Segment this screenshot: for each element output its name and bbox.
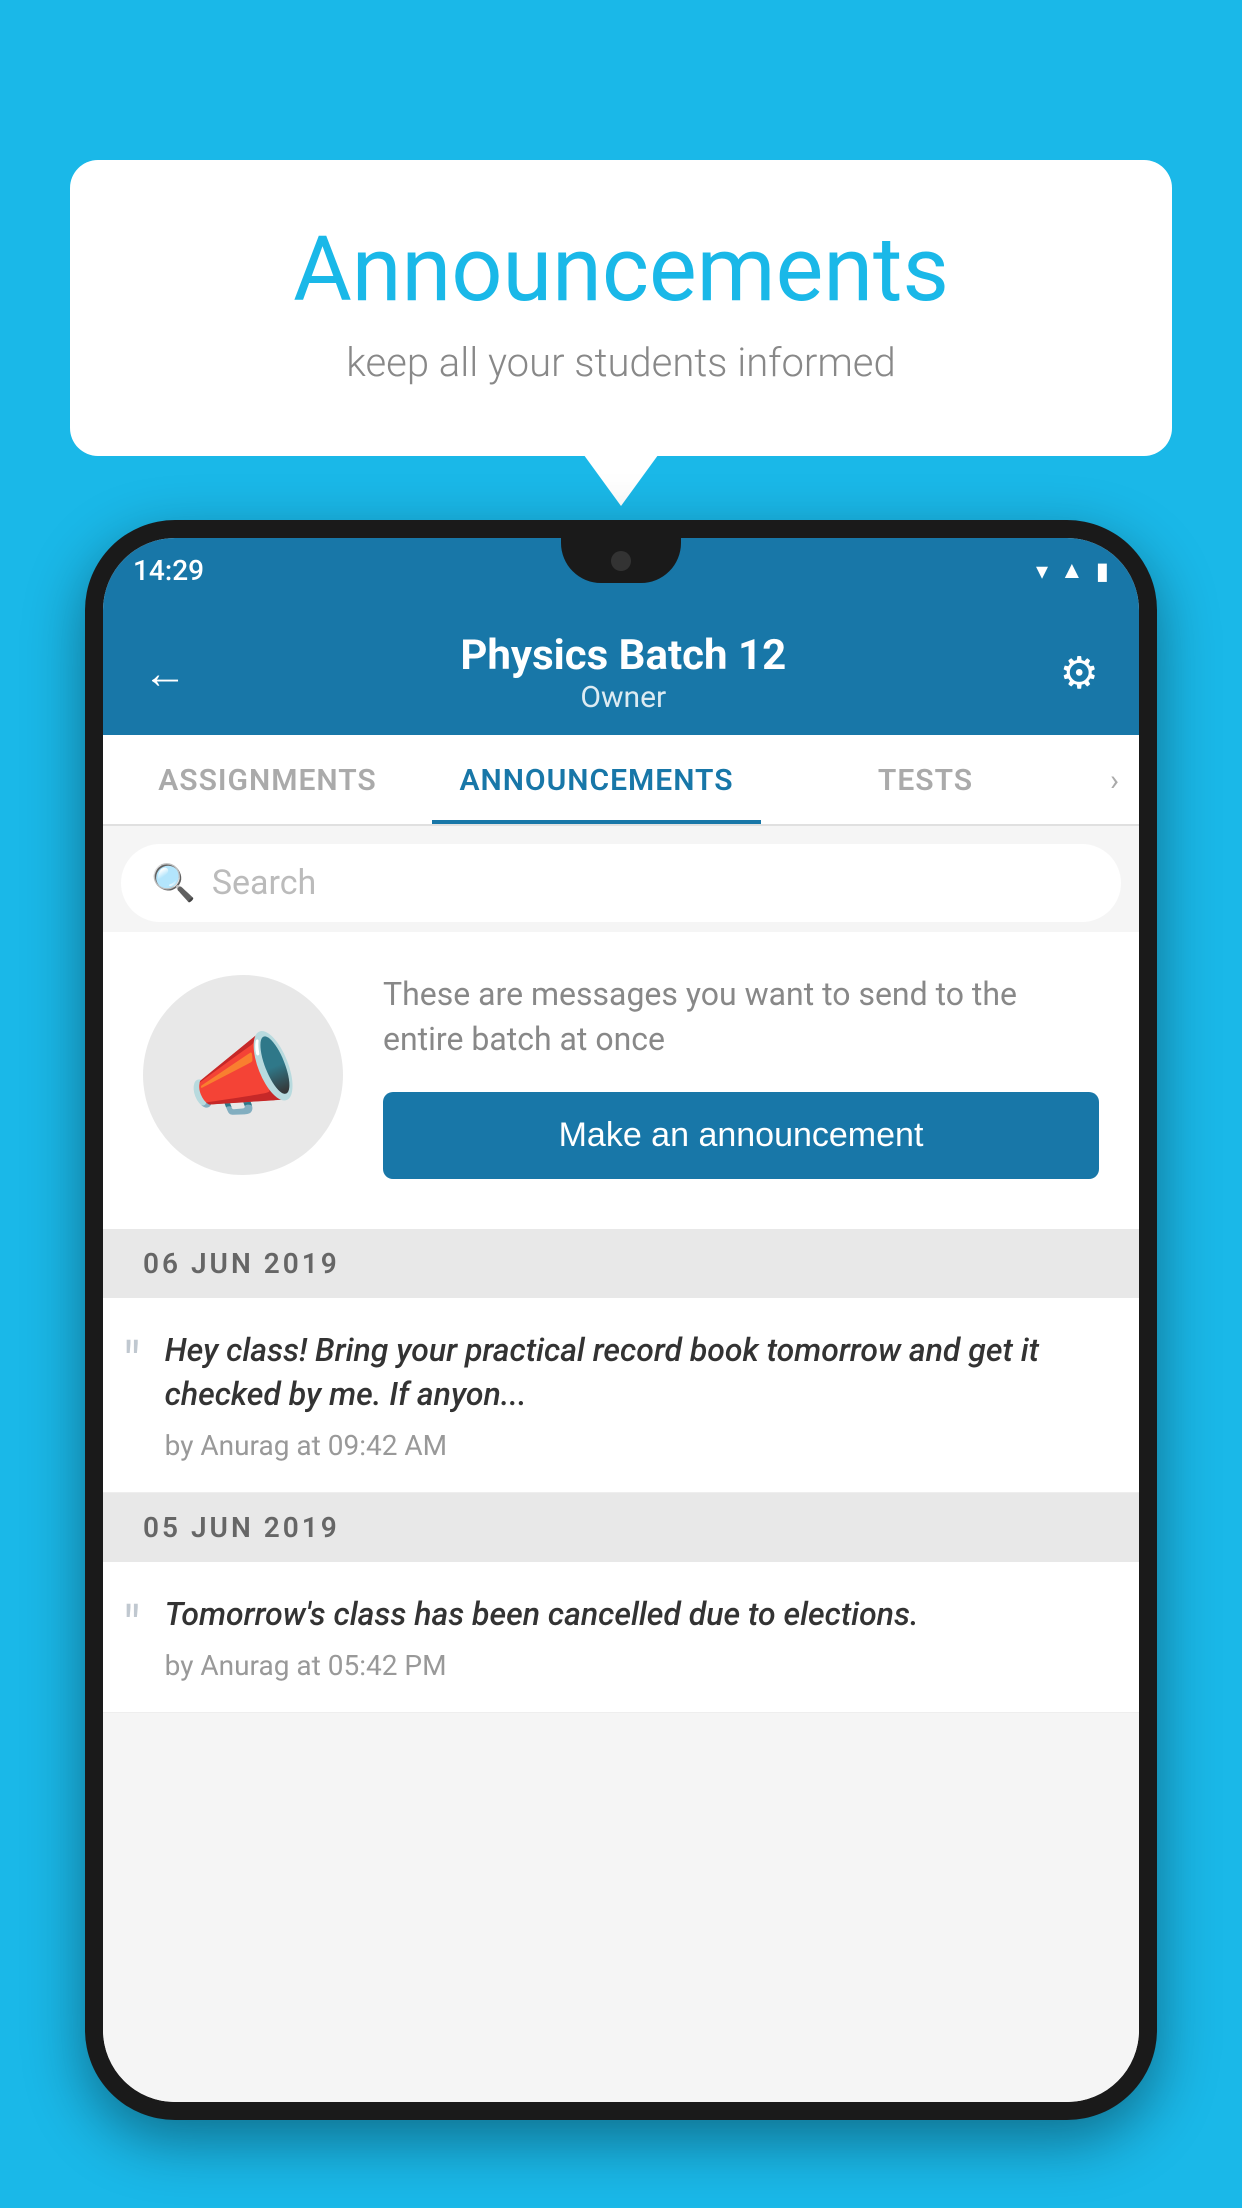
header-subtitle: Owner bbox=[460, 680, 786, 715]
status-time: 14:29 bbox=[133, 554, 204, 587]
search-icon: 🔍 bbox=[151, 862, 196, 904]
camera-dot bbox=[611, 551, 631, 571]
tab-tests[interactable]: TESTS bbox=[761, 735, 1090, 824]
search-placeholder: Search bbox=[212, 863, 316, 903]
wifi-icon: ▾ bbox=[1036, 557, 1048, 585]
announcement-text-1: Hey class! Bring your practical record b… bbox=[165, 1328, 1109, 1418]
status-bar: 14:29 ▾ ▲ ▮ bbox=[103, 538, 1139, 603]
speech-bubble: Announcements keep all your students inf… bbox=[70, 160, 1172, 456]
announcement-meta-2: by Anurag at 05:42 PM bbox=[165, 1649, 1109, 1682]
bubble-title: Announcements bbox=[150, 220, 1092, 319]
phone-inner: 14:29 ▾ ▲ ▮ ← Physics Batch 12 Owner ⚙ bbox=[103, 538, 1139, 2102]
phone-outer: 14:29 ▾ ▲ ▮ ← Physics Batch 12 Owner ⚙ bbox=[85, 520, 1157, 2120]
gear-icon[interactable]: ⚙ bbox=[1060, 647, 1099, 699]
tabs-container: ASSIGNMENTS ANNOUNCEMENTS TESTS › bbox=[103, 735, 1139, 826]
tab-assignments[interactable]: ASSIGNMENTS bbox=[103, 735, 432, 824]
app-header: ← Physics Batch 12 Owner ⚙ bbox=[103, 603, 1139, 735]
announcement-item-1[interactable]: " Hey class! Bring your practical record… bbox=[103, 1298, 1139, 1494]
back-button[interactable]: ← bbox=[143, 647, 187, 699]
megaphone-icon: 📣 bbox=[187, 1023, 299, 1128]
battery-icon: ▮ bbox=[1096, 557, 1109, 585]
date-separator-1: 06 JUN 2019 bbox=[103, 1229, 1139, 1298]
bubble-subtitle: keep all your students informed bbox=[150, 339, 1092, 386]
announcement-prompt: 📣 These are messages you want to send to… bbox=[103, 932, 1139, 1229]
phone-notch bbox=[561, 538, 681, 583]
announcement-text-2: Tomorrow's class has been cancelled due … bbox=[165, 1592, 1109, 1637]
tab-announcements[interactable]: ANNOUNCEMENTS bbox=[432, 735, 761, 824]
phone-mockup: 14:29 ▾ ▲ ▮ ← Physics Batch 12 Owner ⚙ bbox=[85, 520, 1157, 2208]
header-title: Physics Batch 12 bbox=[460, 631, 786, 680]
content-area: 🔍 Search 📣 These are messages you want t… bbox=[103, 826, 1139, 2102]
announcement-content-1: Hey class! Bring your practical record b… bbox=[165, 1328, 1109, 1463]
announcement-item-2[interactable]: " Tomorrow's class has been cancelled du… bbox=[103, 1562, 1139, 1713]
megaphone-icon-circle: 📣 bbox=[143, 975, 343, 1175]
quote-icon-2: " bbox=[123, 1600, 141, 1655]
make-announcement-button[interactable]: Make an announcement bbox=[383, 1092, 1099, 1179]
announcement-content-2: Tomorrow's class has been cancelled due … bbox=[165, 1592, 1109, 1682]
status-icons: ▾ ▲ ▮ bbox=[1036, 556, 1109, 585]
header-center: Physics Batch 12 Owner bbox=[460, 631, 786, 715]
quote-icon-1: " bbox=[123, 1336, 141, 1391]
tab-more[interactable]: › bbox=[1090, 735, 1139, 824]
date-separator-2: 05 JUN 2019 bbox=[103, 1493, 1139, 1562]
announcement-meta-1: by Anurag at 09:42 AM bbox=[165, 1429, 1109, 1462]
speech-bubble-section: Announcements keep all your students inf… bbox=[70, 160, 1172, 456]
search-bar[interactable]: 🔍 Search bbox=[121, 844, 1121, 922]
announce-description: These are messages you want to send to t… bbox=[383, 972, 1099, 1062]
signal-icon: ▲ bbox=[1060, 556, 1084, 585]
announce-right: These are messages you want to send to t… bbox=[383, 972, 1099, 1179]
